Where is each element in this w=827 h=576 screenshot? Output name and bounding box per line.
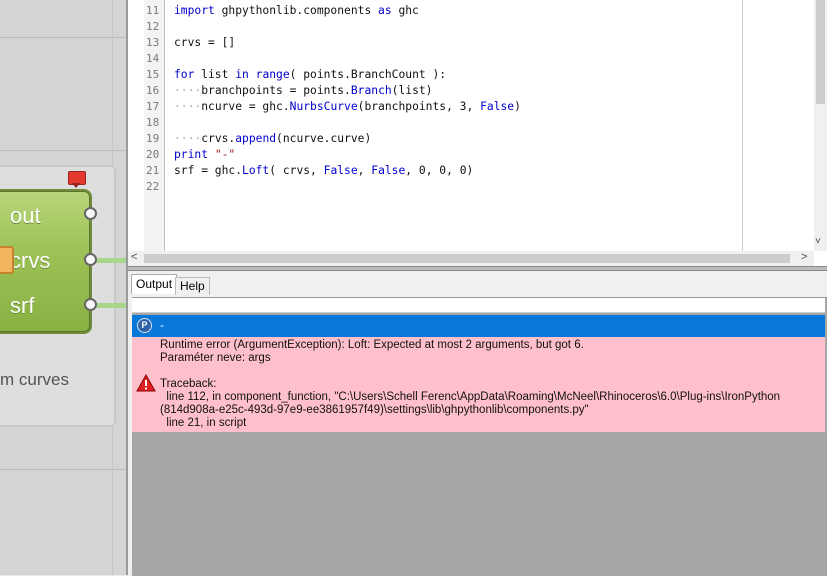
line-number: 12 bbox=[146, 20, 160, 33]
code-token: import bbox=[174, 4, 215, 17]
code-token: "-" bbox=[214, 148, 236, 161]
traceback-title: Traceback: bbox=[160, 378, 217, 390]
line-number: 11 bbox=[146, 4, 160, 17]
code-line[interactable]: print "-" bbox=[174, 147, 235, 163]
code-token: NurbsCurve bbox=[289, 100, 358, 113]
canvas-grid-line bbox=[0, 37, 126, 38]
group-label: m curves bbox=[0, 370, 69, 389]
scroll-left-arrow-icon[interactable]: < bbox=[131, 251, 137, 263]
script-editor[interactable]: 11 12 13 14 15 16 17 18 19 20 21 22 import ghpython… bbox=[128, 0, 827, 268]
code-token: (list) bbox=[391, 84, 433, 97]
code-line[interactable]: ····crvs.append(ncurve.curve) bbox=[174, 131, 371, 147]
code-token: Branch bbox=[350, 84, 392, 97]
code-token: ncurve = ghc. bbox=[201, 100, 290, 113]
vertical-scroll-thumb[interactable] bbox=[816, 0, 825, 104]
wire[interactable] bbox=[96, 303, 126, 308]
line-number: 21 bbox=[146, 164, 160, 177]
code-area[interactable]: import ghpythonlib.components as ghc crvs… bbox=[174, 0, 754, 251]
output-srf-grip[interactable] bbox=[84, 298, 97, 311]
code-token: ( crvs, bbox=[269, 164, 324, 177]
horizontal-scroll-thumb[interactable] bbox=[144, 254, 790, 263]
code-line[interactable]: srf = ghc.Loft( crvs, False, False, 0, 0… bbox=[174, 163, 473, 179]
error-param-name: Paraméter neve: args bbox=[160, 352, 271, 364]
output-list[interactable]: P - Runtime error (ArgumentException): L… bbox=[132, 297, 827, 576]
grasshopper-canvas[interactable]: m curves out crvs srf bbox=[0, 0, 126, 575]
traceback-line: line 21, in script bbox=[160, 417, 247, 429]
error-flag-tip bbox=[72, 183, 80, 188]
editor-gutter bbox=[128, 0, 144, 251]
code-token: crvs. bbox=[201, 132, 236, 145]
line-number: 14 bbox=[146, 52, 160, 65]
output-crvs-label: crvs bbox=[10, 248, 51, 273]
output-crvs-grip[interactable] bbox=[84, 253, 97, 266]
output-error-row[interactable]: Runtime error (ArgumentException): Loft:… bbox=[132, 337, 825, 432]
code-token: ···· bbox=[174, 132, 202, 145]
line-number: 20 bbox=[146, 148, 160, 161]
code-token: srf = ghc. bbox=[174, 164, 243, 177]
code-line[interactable]: ····branchpoints = points.Branch(list) bbox=[174, 83, 432, 99]
line-number: 16 bbox=[146, 84, 160, 97]
code-token: branchpoints = points. bbox=[201, 84, 351, 97]
margin-guide bbox=[742, 0, 743, 251]
input-param-chip[interactable] bbox=[0, 246, 14, 274]
code-token: print bbox=[174, 148, 209, 161]
line-number: 18 bbox=[146, 116, 160, 129]
code-token: list bbox=[194, 68, 236, 81]
code-token: Loft bbox=[242, 164, 270, 177]
code-token: False bbox=[323, 164, 358, 177]
scroll-right-arrow-icon[interactable]: > bbox=[801, 251, 807, 263]
code-token: as bbox=[378, 4, 392, 17]
tab-help[interactable]: Help bbox=[175, 277, 210, 295]
code-token: (ncurve.curve) bbox=[276, 132, 372, 145]
print-output-text: - bbox=[160, 318, 164, 332]
python-icon: P bbox=[137, 318, 152, 333]
line-number: 22 bbox=[146, 180, 160, 193]
code-token: range bbox=[255, 68, 290, 81]
scroll-down-arrow-icon[interactable]: ˅ bbox=[815, 236, 821, 247]
traceback-line: line 112, in component_function, "C:\Use… bbox=[160, 391, 781, 403]
output-header-row bbox=[132, 298, 825, 313]
line-number: 15 bbox=[146, 68, 160, 81]
code-token: False bbox=[480, 100, 515, 113]
output-panel: Output Help P - Runtime error (ArgumentE… bbox=[128, 271, 827, 576]
output-info-row[interactable]: P - bbox=[132, 315, 825, 337]
horizontal-scrollbar[interactable]: < > bbox=[128, 251, 814, 266]
code-line[interactable]: crvs = [] bbox=[174, 35, 235, 51]
warning-icon bbox=[136, 374, 156, 392]
code-token: append bbox=[235, 132, 277, 145]
line-number: 19 bbox=[146, 132, 160, 145]
code-token: for bbox=[174, 68, 195, 81]
output-out-label: out bbox=[10, 203, 41, 228]
code-token: ghc bbox=[391, 4, 419, 17]
output-srf-label: srf bbox=[10, 293, 35, 318]
code-line[interactable]: import ghpythonlib.components as ghc bbox=[174, 3, 419, 19]
line-numbers: 11 12 13 14 15 16 17 18 19 20 21 22 bbox=[144, 0, 165, 251]
line-number: 17 bbox=[146, 100, 160, 113]
vertical-scrollbar[interactable]: ˅ bbox=[814, 0, 827, 251]
code-token: ···· bbox=[174, 84, 202, 97]
output-out-grip[interactable] bbox=[84, 207, 97, 220]
code-token: ···· bbox=[174, 100, 202, 113]
line-number: 13 bbox=[146, 36, 160, 49]
canvas-grid-line bbox=[0, 150, 126, 151]
code-token: crvs = [] bbox=[174, 36, 236, 49]
wire[interactable] bbox=[96, 258, 126, 263]
code-line[interactable]: ····ncurve = ghc.NurbsCurve(branchpoints… bbox=[174, 99, 521, 115]
code-token: ) bbox=[514, 100, 521, 113]
code-token: , bbox=[357, 164, 372, 177]
canvas-grid-line bbox=[0, 469, 126, 470]
error-message: Runtime error (ArgumentException): Loft:… bbox=[160, 339, 584, 351]
code-token: ( points.BranchCount ): bbox=[289, 68, 447, 81]
code-token: in bbox=[235, 68, 249, 81]
traceback-line: (814d908a-e25c-493d-97e9-ee3861957f49)\s… bbox=[160, 404, 589, 416]
code-token: ghpythonlib.components bbox=[214, 4, 379, 17]
code-token: , 0, 0, 0) bbox=[405, 164, 474, 177]
code-line[interactable]: for list in range( points.BranchCount ): bbox=[174, 67, 446, 83]
tab-output[interactable]: Output bbox=[131, 274, 178, 294]
code-token: False bbox=[371, 164, 406, 177]
code-token: (branchpoints, 3, bbox=[357, 100, 481, 113]
